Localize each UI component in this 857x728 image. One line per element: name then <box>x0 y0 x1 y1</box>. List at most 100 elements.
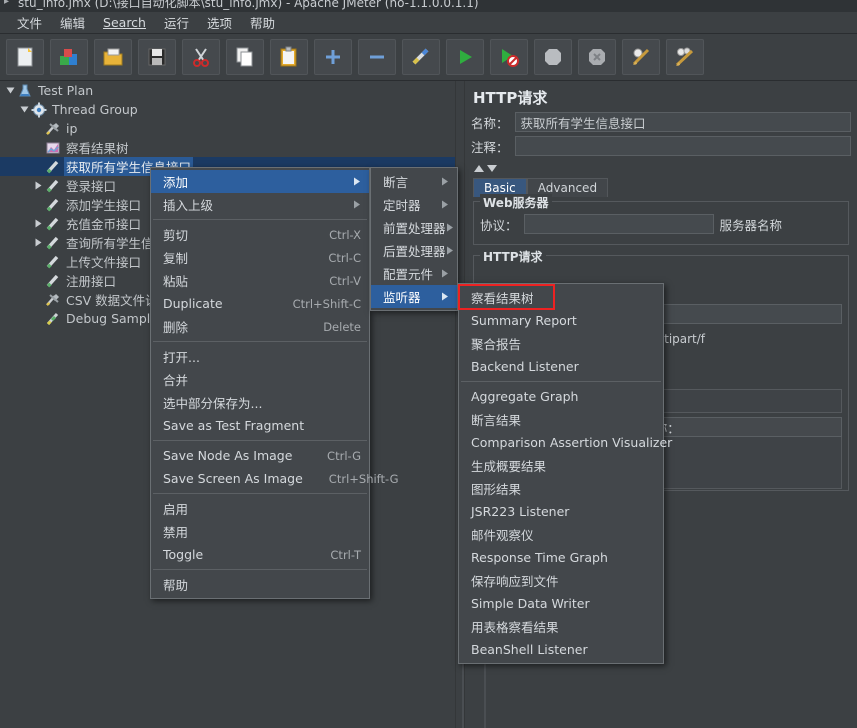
menu-run[interactable]: 运行 <box>155 11 198 34</box>
listener-submenu-item-label: BeanShell Listener <box>471 642 588 657</box>
listener-submenu-item-7[interactable]: 生成概要结果 <box>459 454 663 477</box>
menu-search[interactable]: Search <box>94 13 155 32</box>
tree-node-label: 充值金币接口 <box>66 217 142 232</box>
splitter-arrows[interactable] <box>465 158 857 177</box>
listener-submenu-item-5[interactable]: 断言结果 <box>459 408 663 431</box>
add-submenu-item-label: 前置处理器 <box>383 221 446 236</box>
chevron-up-icon[interactable] <box>473 158 485 177</box>
listener-submenu-item-2[interactable]: 聚合报告 <box>459 332 663 355</box>
context-menu-item-10[interactable]: Save as Test Fragment <box>151 414 369 437</box>
toolbar-toggle-button[interactable] <box>402 39 440 75</box>
context-menu-item-0[interactable]: 添加 <box>151 170 369 193</box>
listener-submenu-item-8[interactable]: 图形结果 <box>459 477 663 500</box>
protocol-input[interactable] <box>523 214 714 234</box>
paste-icon <box>278 46 300 68</box>
context-menu-item-12[interactable]: Save Screen As Image Ctrl+Shift-G <box>151 467 399 490</box>
tree-node-1[interactable]: Thread Group <box>0 100 455 119</box>
chevron-down-icon[interactable] <box>18 100 30 119</box>
toolbar-save-button[interactable] <box>138 39 176 75</box>
listener-submenu-item-14[interactable]: 用表格察看结果 <box>459 615 663 638</box>
add-submenu-item-label: 配置元件 <box>383 267 434 282</box>
listener-submenu-item-6[interactable]: Comparison Assertion Visualizer <box>459 431 672 454</box>
listener-submenu-item-label: Simple Data Writer <box>471 596 590 611</box>
context-menu-item-5[interactable]: Duplicate Ctrl+Shift-C <box>151 292 369 315</box>
toolbar-open-button[interactable] <box>94 39 132 75</box>
listener-submenu-item-15[interactable]: BeanShell Listener <box>459 638 663 661</box>
tree-node-2[interactable]: ip <box>0 119 455 138</box>
add-submenu[interactable]: 断言 定时器前置处理器后置处理器配置元件监听器 <box>370 167 458 311</box>
context-menu-item-shortcut: Ctrl-V <box>329 273 361 288</box>
context-menu-item-6[interactable]: 删除 Delete <box>151 315 369 338</box>
context-menu-item-15[interactable]: Toggle Ctrl-T <box>151 543 369 566</box>
toolbar-clear-all-button[interactable] <box>666 39 704 75</box>
add-submenu-item-3[interactable]: 后置处理器 <box>371 239 457 262</box>
node-context-menu[interactable]: 添加 插入上级剪切 Ctrl-X 复制 Ctrl-C 粘贴 Ctrl-V Duplicate C… <box>150 167 399 599</box>
context-menu-item-2[interactable]: 剪切 Ctrl-X <box>151 223 369 246</box>
menu-search-label: Search <box>103 15 146 30</box>
toolbar-collapse-button[interactable] <box>358 39 396 75</box>
toolbar-shutdown-button[interactable] <box>578 39 616 75</box>
listener-submenu-item-13[interactable]: Simple Data Writer <box>459 592 663 615</box>
tree-node-3[interactable]: 察看结果树 <box>0 138 455 157</box>
tree-node-label: ip <box>66 121 78 136</box>
server-name-label: 服务器名称 <box>719 217 783 233</box>
listener-submenu-item-11[interactable]: Response Time Graph <box>459 546 663 569</box>
listener-submenu-item-9[interactable]: JSR223 Listener <box>459 500 663 523</box>
toolbar-start-button[interactable] <box>446 39 484 75</box>
menu-separator <box>153 440 367 441</box>
add-submenu-item-4[interactable]: 配置元件 <box>371 262 457 285</box>
chevron-right-icon[interactable] <box>32 214 44 233</box>
context-menu-item-9[interactable]: 选中部分保存为... <box>151 391 369 414</box>
listener-submenu-item-1[interactable]: Summary Report <box>459 309 663 332</box>
context-menu-item-11[interactable]: Save Node As Image Ctrl-G <box>151 444 369 467</box>
toolbar-copy-button[interactable] <box>226 39 264 75</box>
toolbar-paste-button[interactable] <box>270 39 308 75</box>
toolbar-stop-button[interactable] <box>534 39 572 75</box>
window-icon: ▸ <box>4 0 10 7</box>
add-submenu-item-1[interactable]: 定时器 <box>371 193 457 216</box>
chevron-down-icon[interactable] <box>4 81 16 100</box>
context-menu-item-13[interactable]: 启用 <box>151 497 369 520</box>
chevron-down-icon[interactable] <box>486 158 498 177</box>
menu-options[interactable]: 选项 <box>198 11 241 34</box>
context-menu-item-1[interactable]: 插入上级 <box>151 193 369 216</box>
chevron-right-icon <box>439 177 449 186</box>
web-server-group: Web服务器 协议： 服务器名称 <box>473 194 849 245</box>
menu-file[interactable]: 文件 <box>8 11 51 34</box>
add-submenu-item-2[interactable]: 前置处理器 <box>371 216 457 239</box>
tree-node-label: 添加学生接口 <box>66 198 142 213</box>
listener-submenu-item-4[interactable]: Aggregate Graph <box>459 385 663 408</box>
toolbar-cut-button[interactable] <box>182 39 220 75</box>
listener-submenu[interactable]: 察看结果树 Summary Report 聚合报告 Backend Listener A… <box>458 283 672 664</box>
name-input[interactable]: 获取所有学生信息接口 <box>514 112 851 132</box>
chevron-right-icon[interactable] <box>32 233 44 252</box>
shutdown-icon <box>586 46 608 68</box>
context-menu-item-7[interactable]: 打开... <box>151 345 369 368</box>
menu-help[interactable]: 帮助 <box>241 11 284 34</box>
comment-input[interactable] <box>514 136 851 156</box>
tree-toggle-spacer <box>32 309 44 328</box>
toolbar-expand-button[interactable] <box>314 39 352 75</box>
toolbar-templates-button[interactable] <box>50 39 88 75</box>
menu-edit[interactable]: 编辑 <box>51 11 94 34</box>
bottom-divider-left <box>462 655 464 728</box>
toolbar-clear-button[interactable] <box>622 39 660 75</box>
chevron-right-icon[interactable] <box>32 176 44 195</box>
listener-submenu-item-label: 图形结果 <box>471 482 522 497</box>
context-menu-item-3[interactable]: 复制 Ctrl-C <box>151 246 369 269</box>
context-menu-item-shortcut: Ctrl-T <box>330 547 361 562</box>
add-submenu-item-0[interactable]: 断言 <box>371 170 457 193</box>
context-menu-item-4[interactable]: 粘贴 Ctrl-V <box>151 269 369 292</box>
toolbar-start-no-pause-button[interactable] <box>490 39 528 75</box>
listener-submenu-item-10[interactable]: 邮件观察仪 <box>459 523 663 546</box>
context-menu-item-14[interactable]: 禁用 <box>151 520 369 543</box>
chevron-right-icon <box>351 177 361 186</box>
listener-submenu-item-12[interactable]: 保存响应到文件 <box>459 569 663 592</box>
add-submenu-item-5[interactable]: 监听器 <box>371 285 457 308</box>
listener-submenu-item-3[interactable]: Backend Listener <box>459 355 663 378</box>
context-menu-item-16[interactable]: 帮助 <box>151 573 369 596</box>
tree-node-0[interactable]: Test Plan <box>0 81 455 100</box>
toolbar-new-button[interactable] <box>6 39 44 75</box>
listener-submenu-item-0[interactable]: 察看结果树 <box>459 286 663 309</box>
context-menu-item-8[interactable]: 合并 <box>151 368 369 391</box>
